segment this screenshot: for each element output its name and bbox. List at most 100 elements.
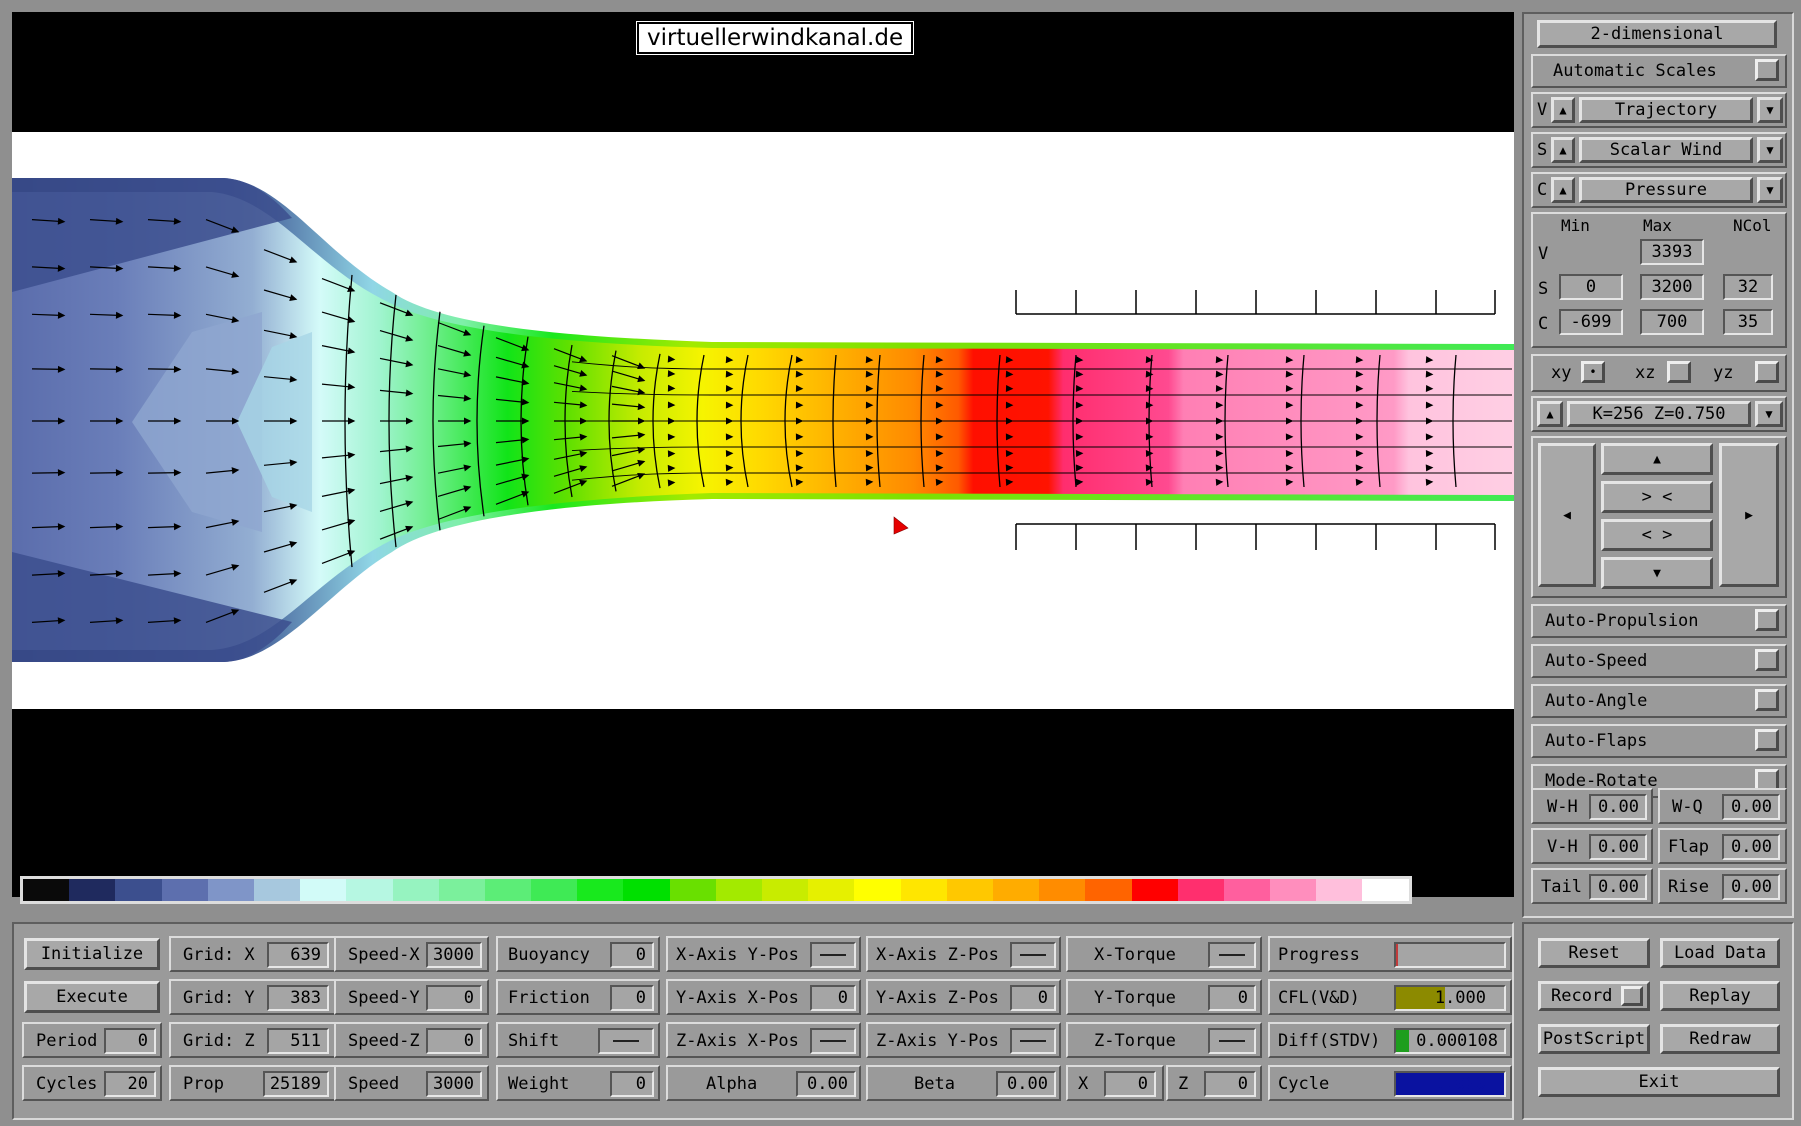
v-max-field[interactable]: 3393 (1640, 239, 1704, 265)
s-mode-button[interactable]: Scalar Wind (1579, 137, 1753, 163)
y-torque-field[interactable]: 0 (1208, 985, 1256, 1011)
grid-y-field[interactable]: 383 (267, 985, 329, 1011)
param-w-h-label: W-H (1547, 797, 1578, 817)
progress-group: Progress (1268, 936, 1512, 972)
pan-right-button[interactable]: ▶ (1719, 443, 1779, 587)
toggle-auto-angle: Auto-Angle (1531, 684, 1787, 718)
slice-down-arrow-icon[interactable]: ▼ (1755, 401, 1783, 427)
shift-label: Shift (508, 1031, 560, 1051)
s-ncol-field[interactable]: 32 (1723, 274, 1773, 300)
v-tag: V (1537, 100, 1548, 120)
pan-down-button[interactable]: ▼ (1601, 557, 1713, 589)
y-axis-x-pos-field[interactable]: 0 (810, 985, 856, 1011)
plane-xy-radio[interactable]: • (1581, 361, 1605, 383)
param-w-h-field[interactable]: 0.00 (1589, 794, 1647, 820)
friction-label: Friction (508, 988, 590, 1008)
c-prev-arrow-icon[interactable]: ▲ (1551, 177, 1575, 203)
toggle-auto-flaps-checkbox[interactable] (1755, 729, 1779, 751)
record-checkbox[interactable] (1621, 986, 1643, 1006)
z-torque-field[interactable] (1208, 1028, 1256, 1054)
grid-x-field[interactable]: 639 (267, 942, 329, 968)
speed-x-label: Speed-X (348, 945, 420, 965)
pan-up-button[interactable]: ▲ (1601, 443, 1713, 475)
postscript-button[interactable]: PostScript (1538, 1024, 1650, 1054)
x-torque-field[interactable] (1208, 942, 1256, 968)
param-v-h-field[interactable]: 0.00 (1589, 834, 1647, 860)
flow-visualization[interactable] (12, 132, 1514, 709)
y-axis-z-pos-field[interactable]: 0 (1010, 985, 1056, 1011)
param-v-h: V-H 0.00 (1531, 828, 1653, 864)
speed-x-group: Speed-X 3000 (334, 936, 489, 972)
c-tag: C (1537, 180, 1548, 200)
c-next-arrow-icon[interactable]: ▼ (1757, 177, 1783, 203)
plane-xz-radio[interactable] (1667, 361, 1691, 383)
c-min-field[interactable]: -699 (1559, 309, 1623, 335)
colorbar-swatch (623, 879, 670, 901)
s-next-arrow-icon[interactable]: ▼ (1757, 137, 1783, 163)
s-prev-arrow-icon[interactable]: ▲ (1551, 137, 1575, 163)
simulation-viewport[interactable]: virtuellerwindkanal.de (12, 12, 1514, 904)
param-tail-field[interactable]: 0.00 (1589, 874, 1647, 900)
speed-y-field[interactable]: 0 (426, 985, 482, 1011)
replay-button[interactable]: Replay (1660, 981, 1780, 1011)
initialize-button[interactable]: Initialize (24, 938, 160, 970)
beta-field[interactable]: 0.00 (996, 1071, 1056, 1097)
x-field[interactable]: 0 (1104, 1071, 1156, 1097)
automatic-scales-checkbox[interactable] (1755, 59, 1779, 81)
zoom-out-button[interactable]: < > (1601, 519, 1713, 551)
toggle-auto-propulsion: Auto-Propulsion (1531, 604, 1787, 638)
scale-c-tag: C (1538, 314, 1549, 334)
z-field[interactable]: 0 (1204, 1071, 1256, 1097)
toggle-auto-speed-checkbox[interactable] (1755, 649, 1779, 671)
z-axis-x-pos-field[interactable] (810, 1028, 856, 1054)
reset-button[interactable]: Reset (1538, 938, 1650, 968)
period-field[interactable]: 0 (104, 1028, 156, 1054)
param-flap: Flap 0.00 (1658, 828, 1787, 864)
cycles-field[interactable]: 20 (104, 1071, 156, 1097)
friction-field[interactable]: 0 (610, 985, 654, 1011)
speed-field[interactable]: 3000 (426, 1071, 482, 1097)
redraw-button[interactable]: Redraw (1660, 1024, 1780, 1054)
v-prev-arrow-icon[interactable]: ▲ (1551, 97, 1575, 123)
param-w-q-field[interactable]: 0.00 (1722, 794, 1780, 820)
alpha-field[interactable]: 0.00 (796, 1071, 856, 1097)
c-ncol-field[interactable]: 35 (1723, 309, 1773, 335)
param-rise-field[interactable]: 0.00 (1722, 874, 1780, 900)
pan-left-button[interactable]: ◀ (1538, 443, 1596, 587)
c-max-field[interactable]: 700 (1640, 309, 1704, 335)
toggle-auto-propulsion-checkbox[interactable] (1755, 609, 1779, 631)
colorbar-swatch (531, 879, 578, 901)
param-flap-label: Flap (1668, 837, 1709, 857)
z-axis-y-pos-field[interactable] (1010, 1028, 1056, 1054)
slice-up-arrow-icon[interactable]: ▲ (1537, 401, 1563, 427)
shift-field[interactable] (598, 1028, 654, 1054)
speed-x-field[interactable]: 3000 (426, 942, 482, 968)
c-mode-button[interactable]: Pressure (1579, 177, 1753, 203)
load-data-button[interactable]: Load Data (1660, 938, 1780, 968)
colorbar-swatch (762, 879, 809, 901)
z-group: Z 0 (1166, 1065, 1262, 1101)
speed-group: Speed 3000 (334, 1065, 489, 1101)
speed-z-field[interactable]: 0 (426, 1028, 482, 1054)
buoyancy-field[interactable]: 0 (610, 942, 654, 968)
toggle-auto-angle-checkbox[interactable] (1755, 689, 1779, 711)
zoom-in-button[interactable]: > < (1601, 481, 1713, 513)
grid-z-field[interactable]: 511 (267, 1028, 329, 1054)
param-w-q: W-Q 0.00 (1658, 788, 1787, 824)
z-label: Z (1178, 1074, 1189, 1094)
v-mode-button[interactable]: Trajectory (1579, 97, 1753, 123)
max-header: Max (1643, 216, 1672, 235)
exit-button[interactable]: Exit (1538, 1067, 1780, 1097)
execute-button[interactable]: Execute (24, 981, 160, 1013)
v-next-arrow-icon[interactable]: ▼ (1757, 97, 1783, 123)
record-button[interactable]: Record (1538, 981, 1650, 1011)
s-max-field[interactable]: 3200 (1640, 274, 1704, 300)
x-axis-z-pos-field[interactable] (1010, 942, 1056, 968)
prop-field[interactable]: 25189 (263, 1071, 329, 1097)
s-min-field[interactable]: 0 (1559, 274, 1623, 300)
weight-field[interactable]: 0 (610, 1071, 654, 1097)
param-flap-field[interactable]: 0.00 (1722, 834, 1780, 860)
dimension-button[interactable]: 2-dimensional (1537, 20, 1777, 48)
x-axis-y-pos-field[interactable] (810, 942, 856, 968)
plane-yz-radio[interactable] (1755, 361, 1779, 383)
